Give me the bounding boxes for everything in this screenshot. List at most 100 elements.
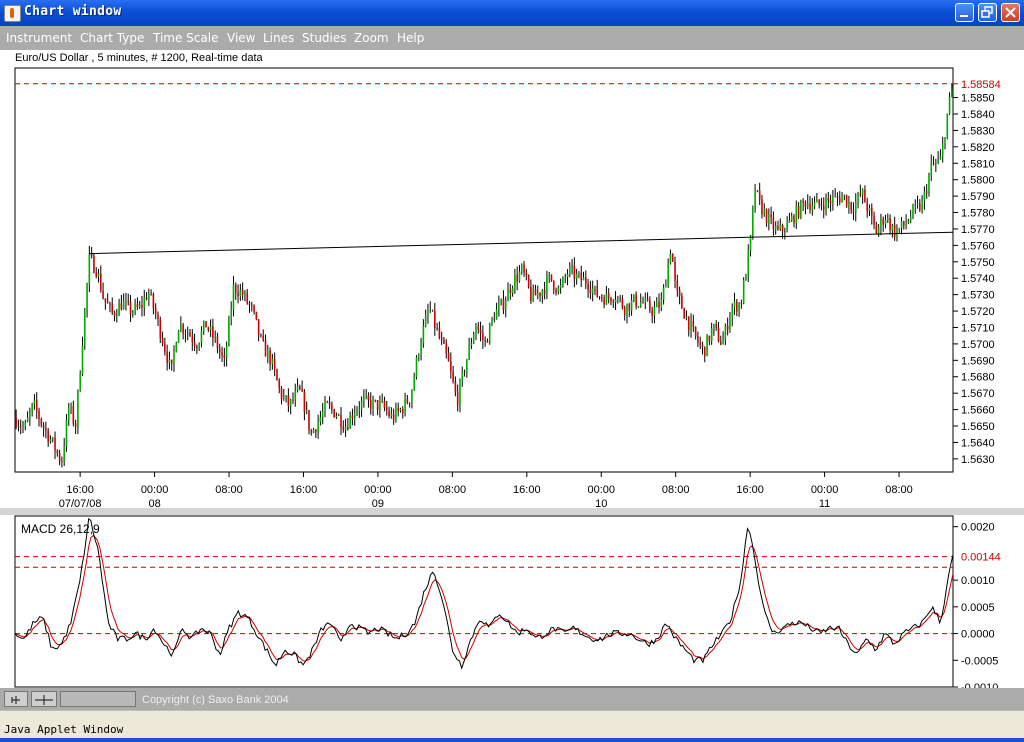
menu-time-scale[interactable]: Time Scale	[153, 31, 218, 45]
candle-body	[811, 206, 814, 210]
candle-body	[351, 415, 354, 419]
copyright-text: Copyright (c) Saxo Bank 2004	[142, 694, 289, 706]
candle-body	[385, 407, 388, 411]
close-button[interactable]	[1001, 3, 1020, 22]
price-xtick-label: 00:00	[364, 484, 392, 496]
candle-body	[644, 298, 647, 303]
candle-body	[925, 191, 928, 193]
candle-body	[699, 342, 701, 345]
panel-separator	[0, 508, 1024, 515]
restore-icon	[981, 6, 993, 18]
candle-body	[779, 225, 782, 230]
minimize-button[interactable]	[955, 3, 974, 22]
candle-body	[765, 209, 768, 223]
candle-body	[26, 417, 29, 422]
candle-body	[788, 220, 791, 223]
candle-body	[809, 203, 811, 210]
candle-body	[317, 421, 319, 433]
candle-body	[180, 324, 182, 331]
candle-body	[697, 336, 699, 343]
candle-body	[404, 398, 406, 413]
candle-body	[333, 409, 335, 418]
candle-body	[424, 315, 427, 327]
candle-body	[209, 326, 212, 330]
price-ytick-label: 1.5800	[961, 175, 995, 187]
candle-body	[344, 427, 347, 430]
macd-ytick-label: -0.0005	[961, 655, 998, 667]
candle-body	[250, 304, 253, 306]
menu-studies[interactable]: Studies	[302, 31, 347, 45]
chart-canvas[interactable]: 1.5630 1.5640 1.5650 1.5660 1.5670 1.5680 1.56…	[0, 50, 1024, 688]
candle-body	[214, 336, 216, 338]
candle-body	[495, 309, 498, 320]
price-xtick-label: 16:00	[736, 484, 764, 496]
candle-body	[372, 399, 374, 409]
candle-body	[374, 399, 377, 401]
candle-body	[919, 203, 921, 211]
crosshair-button[interactable]	[31, 691, 57, 707]
candle-body	[285, 395, 287, 397]
candle-body	[532, 289, 534, 301]
candle-body	[33, 400, 36, 404]
candle-body	[655, 302, 658, 308]
candle-body	[260, 335, 262, 336]
pin-button[interactable]	[4, 691, 28, 707]
candle-body	[816, 199, 818, 203]
candle-body	[191, 336, 194, 343]
candle-body	[678, 290, 681, 297]
candle-body	[719, 341, 722, 345]
candle-body	[731, 307, 734, 318]
menu-lines[interactable]: Lines	[263, 31, 294, 45]
candle-body	[729, 317, 731, 330]
candle-body	[559, 285, 562, 288]
candle-body	[557, 287, 560, 293]
candle-body	[482, 332, 484, 341]
candle-body	[756, 190, 759, 192]
price-xtick-label: 08:00	[885, 484, 913, 496]
candle-body	[646, 298, 649, 301]
price-ytick-label: 1.5720	[961, 306, 995, 318]
candle-body	[367, 395, 370, 400]
candle-body	[202, 321, 205, 332]
candle-body	[422, 326, 425, 344]
current-price-label: 1.58584	[961, 79, 1001, 91]
candle-body	[859, 193, 862, 195]
menu-instrument[interactable]: Instrument	[6, 31, 72, 45]
candle-body	[315, 429, 317, 433]
candle-body	[628, 303, 631, 311]
menu-chart-type[interactable]: Chart Type	[80, 31, 144, 45]
candle-body	[440, 337, 443, 340]
candle-body	[417, 355, 420, 358]
candle-body	[507, 289, 509, 302]
candle-body	[488, 323, 491, 343]
candle-body	[278, 380, 281, 389]
candle-body	[667, 262, 669, 285]
candle-body	[61, 461, 63, 463]
menu-zoom[interactable]: Zoom	[354, 31, 389, 45]
maximize-button[interactable]	[978, 3, 997, 22]
candle-body	[669, 254, 672, 263]
candle-body	[420, 343, 422, 356]
candle-body	[617, 297, 619, 300]
candle-body	[264, 340, 267, 357]
candle-body	[360, 400, 363, 410]
candle-body	[552, 280, 555, 290]
menu-bar: Instrument Chart Type Time Scale View Li…	[0, 26, 1024, 50]
price-ytick-label: 1.5770	[961, 224, 995, 236]
candle-body	[793, 216, 795, 224]
candle-body	[491, 318, 493, 324]
menu-help[interactable]: Help	[397, 31, 424, 45]
candle-body	[642, 302, 644, 304]
price-ytick-label: 1.5700	[961, 339, 995, 351]
candle-body	[651, 310, 653, 317]
candle-body	[882, 218, 885, 225]
menu-view[interactable]: View	[227, 31, 255, 45]
candle-body	[237, 292, 239, 297]
candle-body	[232, 284, 235, 310]
candle-body	[758, 190, 761, 200]
candle-body	[905, 223, 907, 226]
candle-body	[649, 300, 651, 311]
candle-body	[19, 426, 22, 428]
price-ytick-label: 1.5670	[961, 388, 995, 400]
macd-plot-frame	[14, 515, 954, 688]
